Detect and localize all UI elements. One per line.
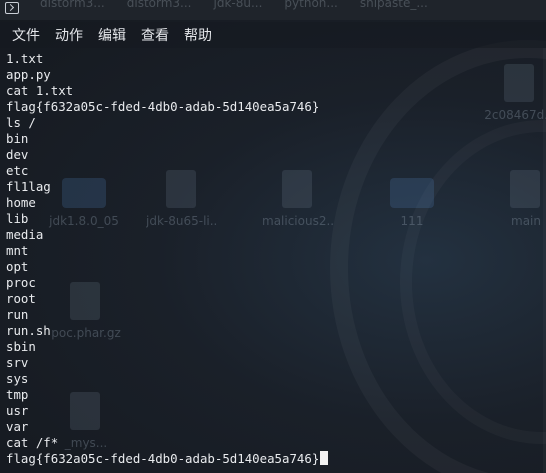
terminal-line: cat /f* xyxy=(6,435,59,450)
menu-help[interactable]: 帮助 xyxy=(184,25,212,45)
terminal-line: opt xyxy=(6,259,29,274)
terminal-line: home xyxy=(6,195,36,210)
terminal-line: sys xyxy=(6,371,29,386)
menu-actions[interactable]: 动作 xyxy=(55,25,83,45)
text-cursor xyxy=(320,451,329,465)
terminal-line-text: flag{f632a05c-fded-4db0-adab-5d140ea5a74… xyxy=(6,451,320,466)
window-title-strip: distorm3... distorm3... jdk-8u... python… xyxy=(0,0,546,20)
menu-view[interactable]: 查看 xyxy=(141,25,169,45)
background-tab-label: distorm3... xyxy=(126,0,192,10)
terminal-line: var xyxy=(6,419,29,434)
terminal-line: proc xyxy=(6,275,36,290)
terminal-line: app.py xyxy=(6,67,51,82)
background-tab-labels: distorm3... distorm3... jdk-8u... python… xyxy=(40,0,428,10)
background-tab-label: distorm3... xyxy=(40,0,105,10)
terminal-line: mnt xyxy=(6,243,29,258)
terminal-line: cat 1.txt xyxy=(6,83,74,98)
terminal-line: flag{f632a05c-fded-4db0-adab-5d140ea5a74… xyxy=(6,99,320,114)
terminal-line: srv xyxy=(6,355,29,370)
background-tab-label: jdk-8u... xyxy=(213,0,263,10)
terminal-icon xyxy=(5,2,19,14)
menu-edit[interactable]: 编辑 xyxy=(98,25,126,45)
terminal-line: bin xyxy=(6,131,29,146)
terminal-line: fl1lag xyxy=(6,179,51,194)
terminal-line: usr xyxy=(6,403,29,418)
terminal-line: 1.txt xyxy=(6,51,44,66)
background-tab-label: python... xyxy=(284,0,338,10)
terminal-line: run xyxy=(6,307,29,322)
terminal-line: dev xyxy=(6,147,29,162)
terminal-line: run.sh xyxy=(6,323,51,338)
terminal-line: media xyxy=(6,227,44,242)
menu-file[interactable]: 文件 xyxy=(12,25,40,45)
terminal-line: lib xyxy=(6,211,29,226)
terminal-line-last: flag{f632a05c-fded-4db0-adab-5d140ea5a74… xyxy=(6,451,542,467)
terminal-line: tmp xyxy=(6,387,29,402)
terminal-menubar: 文件 动作 编辑 查看 帮助 xyxy=(0,22,546,48)
terminal-line: root xyxy=(6,291,36,306)
terminal-line: sbin xyxy=(6,339,36,354)
terminal-line: etc xyxy=(6,163,29,178)
background-tab-label: shipaste_... xyxy=(359,0,428,10)
terminal-output[interactable]: 1.txt app.py cat 1.txt flag{f632a05c-fde… xyxy=(6,51,542,471)
terminal-line: ls / xyxy=(6,115,36,130)
